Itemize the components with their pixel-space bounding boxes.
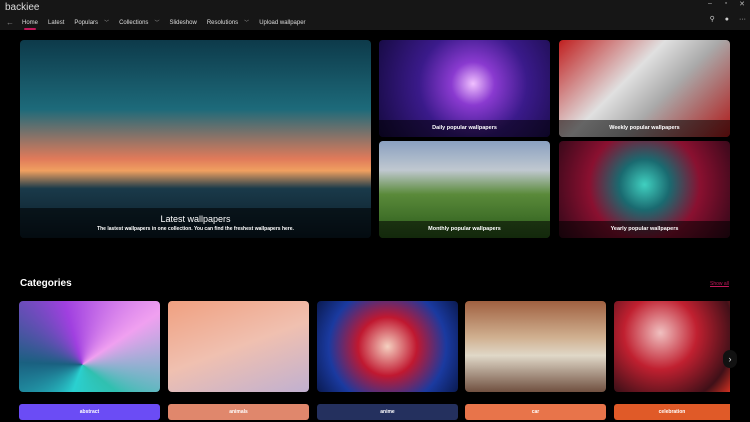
nav-label: Populars — [74, 20, 99, 26]
nav-latest[interactable]: Latest — [48, 20, 64, 26]
yearly-popular-tile[interactable]: Yearly popular wallpapers — [559, 141, 730, 238]
category-label-car[interactable]: car — [465, 404, 606, 420]
back-arrow-icon[interactable]: ← — [6, 18, 14, 27]
chevron-down-icon: ﹀ — [244, 20, 250, 26]
nav-collections[interactable]: Collections ﹀ — [119, 19, 159, 26]
tile-caption: Latest wallpapers The lastest wallpapers… — [20, 208, 371, 238]
category-card-abstract[interactable] — [19, 301, 160, 392]
tile-caption: Yearly popular wallpapers — [559, 221, 730, 238]
tile-caption: Monthly popular wallpapers — [379, 221, 550, 238]
nav-home[interactable]: Home — [22, 19, 39, 30]
category-label: animals — [229, 409, 248, 415]
tile-caption: Weekly popular wallpapers — [559, 120, 730, 137]
chevron-down-icon: ﹀ — [104, 20, 110, 26]
category-label: celebration — [658, 409, 686, 415]
nav-resolutions[interactable]: Resolutions ﹀ — [207, 19, 249, 26]
category-card-animals[interactable] — [168, 301, 309, 392]
app-logo: backiee — [5, 2, 40, 13]
minimize-icon[interactable]: – — [702, 0, 718, 8]
chevron-right-icon[interactable]: › — [723, 350, 737, 368]
daily-popular-tile[interactable]: Daily popular wallpapers — [379, 40, 550, 137]
weekly-popular-tile[interactable]: Weekly popular wallpapers — [559, 40, 730, 137]
show-all-link[interactable]: Show all — [710, 281, 729, 287]
categories-heading: Categories — [20, 278, 72, 289]
user-avatar-icon[interactable]: ● — [725, 16, 729, 23]
hero-subtitle: The lastest wallpapers in one collection… — [97, 226, 294, 232]
category-label-animals[interactable]: animals — [168, 404, 309, 420]
more-icon[interactable]: ··· — [739, 16, 746, 23]
nav-label: Home — [22, 19, 39, 26]
nav-slideshow[interactable]: Slideshow — [169, 20, 196, 26]
category-label-abstract[interactable]: abstract — [19, 404, 160, 420]
category-label-anime[interactable]: anime — [317, 404, 458, 420]
category-card-anime[interactable] — [317, 301, 458, 392]
nav-upload-wallpaper[interactable]: Upload wallpaper — [259, 20, 305, 26]
category-card-car[interactable] — [465, 301, 606, 392]
latest-wallpapers-tile[interactable]: Latest wallpapers The lastest wallpapers… — [20, 40, 371, 238]
category-label: abstract — [79, 409, 100, 415]
nav-label: Slideshow — [169, 19, 197, 26]
toolbar-actions: ⚲ ● ··· — [710, 15, 746, 24]
hero-title: Latest wallpapers — [160, 214, 231, 224]
nav-populars[interactable]: Populars ﹀ — [74, 19, 109, 26]
nav-label: Collections — [119, 20, 149, 26]
title-bar: backiee ← Home Latest Populars ﹀ Collecti… — [0, 0, 750, 30]
monthly-popular-tile[interactable]: Monthly popular wallpapers — [379, 141, 550, 238]
nav-label: Upload wallpaper — [259, 19, 306, 26]
search-icon[interactable]: ⚲ — [710, 15, 715, 23]
chevron-down-icon: ﹀ — [154, 20, 160, 26]
category-card-celebration[interactable] — [614, 301, 730, 392]
main-nav: ← Home Latest Populars ﹀ Collections ﹀ Sli… — [0, 15, 316, 30]
close-icon[interactable]: ✕ — [734, 0, 750, 8]
category-label: car — [531, 409, 540, 415]
window-controls: – ▫ ✕ — [702, 0, 750, 8]
tile-caption: Daily popular wallpapers — [379, 120, 550, 137]
nav-label: Resolutions — [206, 20, 239, 26]
maximize-icon[interactable]: ▫ — [718, 0, 734, 8]
category-label-celebration[interactable]: celebration — [614, 404, 730, 420]
category-label: anime — [380, 409, 395, 415]
nav-label: Latest — [48, 19, 65, 26]
